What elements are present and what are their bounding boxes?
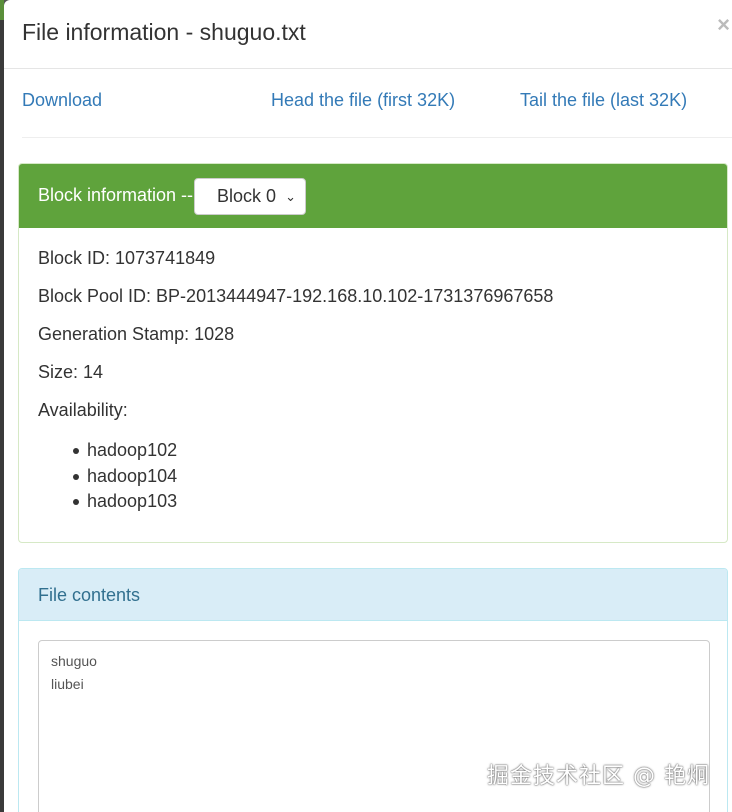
list-item: hadoop102 (73, 440, 708, 466)
block-select-value: Block 0 (217, 186, 277, 206)
availability-label: Availability: (38, 400, 128, 420)
generation-stamp: Generation Stamp: 1028 (38, 324, 235, 344)
dialog-title: File information - shuguo.txt (22, 19, 306, 45)
file-actions: Download Head the file (first 32K) Tail … (22, 69, 732, 138)
block-size: Size: 14 (38, 362, 104, 382)
file-contents-heading: File contents (19, 569, 727, 621)
block-id: Block ID: 1073741849 (38, 248, 216, 268)
head-file-link[interactable]: Head the file (first 32K) (271, 90, 455, 111)
block-info-body: Block ID: 1073741849 Block Pool ID: BP-2… (19, 228, 727, 517)
tail-file-link[interactable]: Tail the file (last 32K) (520, 90, 687, 111)
block-info-panel: Block information -- Block 0 ⌄ Block ID:… (18, 163, 728, 543)
list-item: hadoop104 (73, 466, 708, 492)
availability-list: hadoop102 hadoop104 hadoop103 (38, 440, 708, 517)
block-select[interactable]: Block 0 ⌄ (194, 178, 306, 215)
download-link[interactable]: Download (22, 90, 102, 111)
block-info-heading: Block information -- Block 0 ⌄ (19, 164, 727, 228)
chevron-down-icon: ⌄ (285, 189, 296, 204)
block-info-title: Block information -- (38, 185, 194, 205)
close-icon[interactable]: × (717, 14, 730, 36)
watermark: 掘金技术社区 @ 艳炯 (487, 764, 710, 789)
dialog-header: File information - shuguo.txt × (4, 0, 732, 69)
file-contents-title: File contents (38, 585, 141, 605)
list-item: hadoop103 (73, 491, 708, 517)
block-pool-id: Block Pool ID: BP-2013444947-192.168.10.… (38, 286, 554, 306)
